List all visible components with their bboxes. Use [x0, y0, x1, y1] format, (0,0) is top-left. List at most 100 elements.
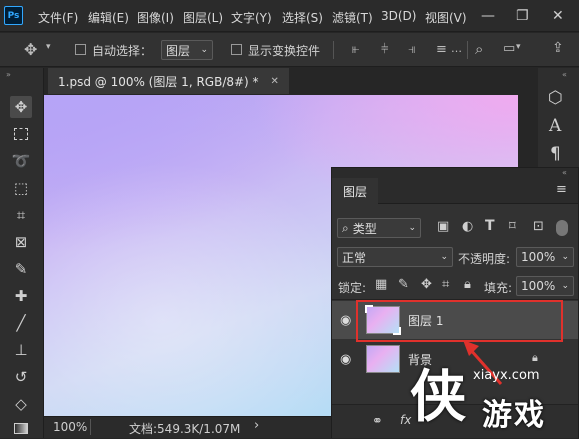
collapse-icon[interactable]: » — [6, 70, 11, 79]
restore-button[interactable]: ❐ — [516, 8, 529, 24]
3d-icon[interactable]: ⬡ — [548, 88, 563, 108]
divider — [467, 41, 468, 59]
opacity-label: 不透明度: — [458, 252, 511, 266]
layers-panel-header: « 图层 ≡ — [332, 168, 578, 204]
collapse-icon[interactable]: « — [562, 70, 567, 79]
divider — [333, 41, 334, 59]
filter-type-icon[interactable]: T — [485, 218, 495, 234]
document-info[interactable]: 文档:549.3K/1.07M — [129, 420, 240, 437]
menu-bar: Ps 文件(F) 编辑(E) 图像(I) 图层(L) 文字(Y) 选择(S) 滤… — [0, 0, 579, 32]
history-brush-tool-icon[interactable]: ↺ — [10, 366, 32, 388]
marquee-tool-icon[interactable] — [10, 123, 32, 145]
align-left-icon[interactable]: ⫦ — [352, 42, 359, 57]
menu-select[interactable]: 选择(S) — [282, 9, 323, 26]
document-tabs: 1.psd @ 100% (图层 1, RGB/8#) * ✕ — [44, 68, 538, 94]
show-transform-label: 显示变换控件 — [248, 44, 321, 58]
filter-smart-object-icon[interactable]: ⊡ — [533, 219, 544, 234]
menu-type[interactable]: 文字(Y) — [231, 9, 272, 26]
divider — [90, 419, 91, 435]
eye-icon[interactable]: ◉ — [340, 352, 356, 367]
show-transform-checkbox[interactable] — [231, 44, 242, 55]
close-icon[interactable]: ✕ — [271, 76, 279, 87]
stamp-tool-icon[interactable]: ⊥ — [10, 339, 32, 361]
link-layers-icon[interactable]: ⚭ — [372, 414, 383, 429]
watermark: xiayx.com 侠 游戏 — [404, 362, 579, 438]
lock-image-icon[interactable]: ✎ — [398, 277, 409, 292]
fill-value: 100% — [521, 279, 556, 293]
menu-filter[interactable]: 滤镜(T) — [332, 9, 373, 26]
zoom-level[interactable]: 100% — [53, 420, 87, 434]
auto-select-dropdown[interactable]: 图层 ⌄ — [161, 40, 213, 60]
move-tool-icon[interactable]: ✥ — [24, 40, 37, 59]
options-bar: ✥ ▾ 自动选择： 图层 ⌄ 显示变换控件 ⫦ ⫩ ⫣ ≡ … ⌕ ▭ ▾ ⇪ — [0, 33, 579, 67]
auto-select-checkbox[interactable] — [75, 44, 86, 55]
highlight-box — [356, 300, 563, 342]
opacity-input[interactable]: 100% ⌄ — [516, 247, 574, 267]
eyedropper-tool-icon[interactable]: ✎ — [10, 258, 32, 280]
collapse-icon[interactable]: « — [562, 168, 567, 177]
lock-label: 锁定: — [338, 281, 367, 295]
menu-edit[interactable]: 编辑(E) — [88, 9, 129, 26]
gradient-tool-icon[interactable] — [10, 417, 32, 439]
blend-mode-value: 正常 — [342, 250, 367, 265]
lock-transparent-icon[interactable]: ▦ — [375, 277, 387, 292]
search-icon[interactable]: ⌕ — [475, 40, 483, 58]
minimize-button[interactable]: — — [481, 8, 495, 24]
align-right-icon[interactable]: ⫣ — [408, 42, 416, 57]
eraser-tool-icon[interactable]: ◇ — [10, 393, 32, 415]
watermark-url: xiayx.com — [473, 368, 540, 383]
filter-pixel-icon[interactable]: ▣ — [437, 219, 449, 234]
chevron-right-icon[interactable]: › — [254, 418, 259, 433]
chevron-down-icon: ⌄ — [408, 223, 416, 233]
search-icon: ⌕ — [342, 220, 349, 235]
share-icon[interactable]: ⇪ — [552, 40, 564, 56]
filter-adjustment-icon[interactable]: ◐ — [462, 219, 473, 234]
close-button[interactable]: ✕ — [552, 8, 564, 24]
lock-artboard-icon[interactable]: ⌗ — [442, 277, 449, 292]
align-center-icon[interactable]: ⫩ — [381, 42, 388, 57]
menu-view[interactable]: 视图(V) — [425, 9, 467, 26]
workspace-icon[interactable]: ▭ — [503, 41, 515, 56]
chevron-down-icon: ⌄ — [561, 252, 569, 262]
menu-3d[interactable]: 3D(D) — [381, 9, 416, 23]
chevron-down-icon: ⌄ — [440, 252, 448, 262]
layer-thumbnail — [366, 345, 400, 373]
chevron-down-icon: ⌄ — [561, 281, 569, 291]
chevron-down-icon[interactable]: ▾ — [46, 42, 51, 52]
chevron-down-icon[interactable]: ▾ — [516, 42, 521, 52]
watermark-text: 游戏 — [482, 398, 546, 433]
eye-icon[interactable]: ◉ — [340, 313, 356, 328]
distribute-icon[interactable]: ≡ — [436, 42, 447, 57]
auto-select-value: 图层 — [166, 43, 191, 58]
filter-shape-icon[interactable]: ⌑ — [509, 219, 516, 234]
layer-filter-dropdown[interactable]: ⌕ 类型 ⌄ — [337, 218, 421, 238]
character-icon[interactable]: A — [549, 116, 561, 136]
layer-filter-kind: 类型 — [352, 221, 377, 236]
document-tab[interactable]: 1.psd @ 100% (图层 1, RGB/8#) * ✕ — [48, 68, 289, 94]
menu-layer[interactable]: 图层(L) — [183, 9, 223, 26]
healing-tool-icon[interactable]: ✚ — [10, 285, 32, 307]
lock-all-icon[interactable]: 🔒︎ — [464, 277, 471, 292]
document-tab-title: 1.psd @ 100% (图层 1, RGB/8#) * — [58, 74, 259, 89]
fill-label: 填充: — [484, 281, 513, 295]
crop-tool-icon[interactable]: ⌗ — [10, 204, 32, 226]
filter-toggle[interactable] — [556, 220, 568, 236]
menu-file[interactable]: 文件(F) — [38, 9, 78, 26]
frame-tool-icon[interactable]: ⊠ — [10, 231, 32, 253]
fill-input[interactable]: 100% ⌄ — [516, 276, 574, 296]
tab-layers[interactable]: 图层 — [332, 178, 378, 204]
panel-menu-icon[interactable]: ≡ — [556, 182, 567, 197]
paragraph-icon[interactable]: ¶ — [550, 144, 561, 164]
blend-mode-dropdown[interactable]: 正常 ⌄ — [337, 247, 453, 267]
menu-image[interactable]: 图像(I) — [137, 9, 174, 26]
lasso-tool-icon[interactable]: ➰ — [10, 150, 32, 172]
watermark-logo-char: 侠 — [410, 365, 466, 430]
auto-select-label: 自动选择： — [92, 44, 153, 58]
chevron-down-icon: ⌄ — [200, 45, 208, 55]
lock-position-icon[interactable]: ✥ — [421, 277, 432, 292]
move-tool-icon[interactable]: ✥ — [10, 96, 32, 118]
more-icon[interactable]: … — [451, 42, 462, 55]
brush-tool-icon[interactable]: ╱ — [10, 312, 32, 334]
quick-select-tool-icon[interactable]: ⬚ — [10, 177, 32, 199]
opacity-value: 100% — [521, 250, 556, 264]
